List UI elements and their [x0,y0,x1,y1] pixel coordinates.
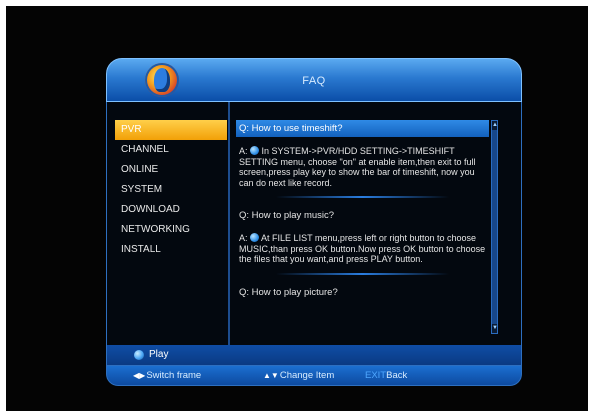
category-menu: PVR CHANNEL ONLINE SYSTEM DOWNLOAD NETWO… [115,120,227,260]
faq-question-music[interactable]: Q: How to play music? [236,207,489,224]
answer-text: At FILE LIST menu,press left or right bu… [239,233,486,264]
faq-question-timeshift[interactable]: Q: How to use timeshift? [236,120,489,137]
up-down-arrows-icon: ▲▼ [263,371,279,380]
answer-text: In SYSTEM->PVR/HDD SETTING->TIMESHIFT SE… [239,146,476,188]
menu-item-channel[interactable]: CHANNEL [115,140,227,160]
menu-item-download[interactable]: DOWNLOAD [115,200,227,220]
faq-question-picture[interactable]: Q: How to play picture? [236,284,489,301]
faq-answer-timeshift: A: In SYSTEM->PVR/HDD SETTING->TIMESHIFT… [236,146,489,188]
item-separator [276,272,449,275]
bullet-play-icon [250,233,260,242]
answer-prefix: A: [239,233,248,243]
key-hint-bar: ◀▶Switch frame ▲▼Change Item EXITBack [106,365,522,386]
panel-divider [228,102,230,345]
hint-exit-back: EXITBack [365,370,408,381]
bullet-play-icon [250,146,260,155]
menu-item-system[interactable]: SYSTEM [115,180,227,200]
play-icon [134,350,144,360]
faq-answer-music: A: At FILE LIST menu,press left or right… [236,233,489,265]
page-title: FAQ [302,75,326,87]
menu-item-networking[interactable]: NETWORKING [115,220,227,240]
faq-scrollbar[interactable]: ▲ ▼ [491,120,498,334]
hint-switch-frame: ◀▶Switch frame [133,370,202,381]
item-separator [276,196,449,198]
answer-prefix: A: [239,146,248,156]
window-header: FAQ [106,58,522,102]
tv-screen: FAQ PVR CHANNEL ONLINE SYSTEM DOWNLOAD N… [6,6,588,411]
play-bar: Play [106,345,522,365]
play-label: Play [149,349,169,360]
window-body: PVR CHANNEL ONLINE SYSTEM DOWNLOAD NETWO… [106,102,522,345]
faq-window: FAQ PVR CHANNEL ONLINE SYSTEM DOWNLOAD N… [106,58,522,386]
hint-change-item: ▲▼Change Item [263,370,335,381]
scroll-up-icon[interactable]: ▲ [492,121,498,130]
faq-list: Q: How to use timeshift? A: In SYSTEM->P… [236,120,489,334]
scroll-down-icon[interactable]: ▼ [492,324,498,333]
scroll-thumb[interactable] [492,130,497,324]
menu-item-install[interactable]: INSTALL [115,240,227,260]
menu-item-online[interactable]: ONLINE [115,160,227,180]
menu-item-pvr[interactable]: PVR [115,120,227,140]
exit-key-label: EXIT [365,370,387,381]
left-right-arrows-icon: ◀▶ [133,371,146,380]
